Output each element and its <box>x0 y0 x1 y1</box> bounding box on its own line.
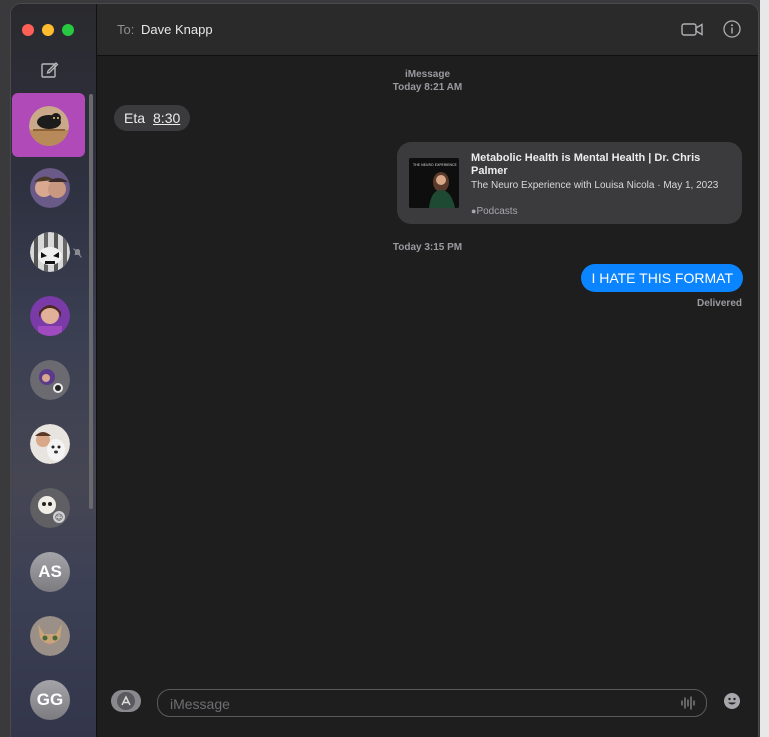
sidebar: ☺ AS GG <box>11 4 97 737</box>
conversation-item[interactable] <box>11 93 96 158</box>
avatar: ☺ <box>30 488 70 528</box>
zoom-window-button[interactable] <box>62 24 74 36</box>
emoji-icon[interactable] <box>723 692 741 710</box>
conversation-header: To: Dave Knapp <box>97 4 758 56</box>
audio-waveform-icon[interactable] <box>680 695 696 711</box>
artwork-text: THE NEURO EXPERIENCE <box>412 163 457 167</box>
message-text: Eta <box>124 110 146 126</box>
link-source: ●Podcasts <box>471 206 518 217</box>
message-input-placeholder: iMessage <box>170 696 230 712</box>
timestamp: Today 3:15 PM <box>392 242 463 253</box>
message-input[interactable]: iMessage <box>157 689 707 717</box>
delivery-status: Delivered <box>696 298 742 309</box>
messages-window: ☺ AS GG To: Dave Knapp iMessage Today 8:… <box>11 4 758 737</box>
avatar <box>30 168 70 208</box>
podcast-artwork: THE NEURO EXPERIENCE <box>409 158 459 208</box>
conversation-item[interactable] <box>11 606 96 670</box>
close-window-button[interactable] <box>22 24 34 36</box>
recipient-name[interactable]: Dave Knapp <box>141 22 213 37</box>
detected-time-link[interactable]: 8:30 <box>153 110 180 126</box>
timestamp: Today 8:21 AM <box>392 82 463 93</box>
conversation-item[interactable] <box>11 286 96 350</box>
info-icon[interactable] <box>723 20 741 38</box>
minimize-window-button[interactable] <box>42 24 54 36</box>
avatar <box>30 424 70 464</box>
facetime-video-icon[interactable] <box>681 22 703 37</box>
avatar-initials: AS <box>30 552 70 592</box>
avatar <box>30 360 70 400</box>
link-subtitle: The Neuro Experience with Louisa Nicola … <box>471 180 719 191</box>
service-label: iMessage <box>404 69 451 80</box>
conversation-item[interactable] <box>11 222 96 286</box>
avatar <box>30 232 70 272</box>
background-window-edge <box>760 0 769 737</box>
incoming-message[interactable]: Eta 8:30 <box>114 105 191 131</box>
conversation-item[interactable]: ☺ <box>11 478 96 542</box>
avatar <box>29 106 69 146</box>
conversation-item[interactable] <box>11 158 96 222</box>
avatar-initials: GG <box>30 680 70 720</box>
link-title: Metabolic Health is Mental Health | Dr. … <box>471 152 701 177</box>
compose-icon[interactable] <box>40 60 60 80</box>
link-preview-card[interactable]: THE NEURO EXPERIENCE Metabolic Health is… <box>397 142 742 224</box>
muted-bell-icon <box>73 248 82 260</box>
avatar <box>30 616 70 656</box>
avatar <box>30 296 70 336</box>
svg-text:☺: ☺ <box>55 513 63 522</box>
conversation-item[interactable] <box>11 350 96 414</box>
outgoing-message[interactable]: I HATE THIS FORMAT <box>581 264 743 292</box>
conversation-item[interactable] <box>11 414 96 478</box>
conversation-item[interactable]: AS <box>11 542 96 606</box>
to-label: To: <box>117 22 135 37</box>
sidebar-scrollbar[interactable] <box>89 94 93 509</box>
conversation-item[interactable]: GG <box>11 670 96 734</box>
link-source-name: Podcasts <box>476 206 518 217</box>
conversation-pane: To: Dave Knapp iMessage Today 8:21 AM Et… <box>97 4 758 737</box>
app-store-button[interactable] <box>111 690 141 712</box>
